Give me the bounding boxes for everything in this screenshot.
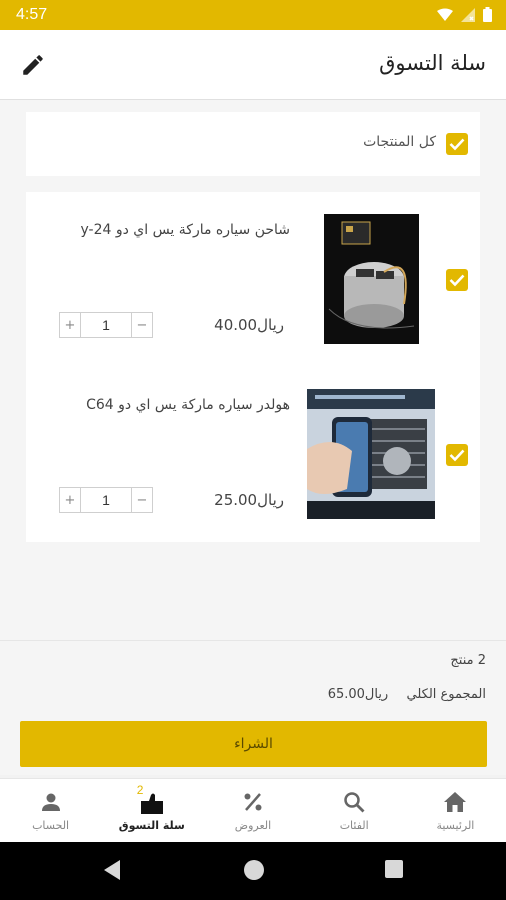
cart-summary: 2 منتج المجموع الكلي ريال65.00 الشراء	[0, 640, 506, 775]
cart-badge: 2	[136, 783, 144, 797]
signal-icon	[461, 7, 475, 22]
product-title[interactable]: شاحن سياره ماركة يس اي دو y-24	[80, 222, 290, 238]
product-price: ريال25.00	[214, 491, 284, 509]
status-time: 4:57	[16, 6, 48, 23]
cart-items-list: شاحن سياره ماركة يس اي دو y-24 ريال40.00…	[26, 192, 480, 542]
app-bar: سلة التسوق	[0, 30, 506, 100]
item-checkbox[interactable]	[446, 444, 468, 466]
select-all-checkbox[interactable]	[446, 133, 468, 155]
search-icon	[341, 789, 367, 815]
nav-item-cart[interactable]: 2 سلة التسوق	[101, 779, 202, 842]
nav-item-offers[interactable]: العروض	[202, 779, 303, 842]
check-icon	[449, 449, 465, 462]
recents-icon	[385, 860, 403, 878]
decrement-button[interactable]: −	[132, 313, 152, 337]
nav-item-categories[interactable]: الفئات	[304, 779, 405, 842]
nav-label: الرئيسية	[436, 819, 475, 832]
back-icon	[104, 860, 120, 880]
nav-item-home[interactable]: الرئيسية	[405, 779, 506, 842]
buy-button[interactable]: الشراء	[20, 721, 487, 767]
nav-label: العروض	[234, 819, 272, 832]
quantity-value[interactable]: 1	[80, 488, 132, 512]
cart-item: شاحن سياره ماركة يس اي دو y-24 ريال40.00…	[26, 192, 480, 362]
home-circle-icon	[244, 860, 264, 880]
product-image[interactable]	[324, 214, 419, 344]
item-checkbox[interactable]	[446, 269, 468, 291]
status-bar: 4:57	[0, 0, 506, 30]
cart-content: كل المنتجات شاحن سياره ماركة يس اي دو y-…	[0, 100, 506, 640]
edit-button[interactable]	[20, 52, 48, 80]
status-icons	[437, 7, 492, 22]
total-value: ريال65.00	[327, 687, 389, 702]
total-row: المجموع الكلي ريال65.00	[328, 687, 486, 702]
total-label: المجموع الكلي	[406, 687, 487, 702]
increment-button[interactable]: +	[60, 313, 80, 337]
check-icon	[449, 274, 465, 287]
select-all-row[interactable]: كل المنتجات	[26, 112, 480, 176]
cart-icon: 2	[137, 783, 165, 815]
phone-holder-image	[307, 389, 435, 519]
check-icon	[449, 138, 465, 151]
car-charger-image	[324, 214, 419, 344]
recents-button[interactable]	[384, 859, 404, 883]
cart-item: هولدر سياره ماركة يس اي دو C64 ريال25.00…	[26, 367, 480, 537]
percent-icon	[240, 789, 266, 815]
decrement-button[interactable]: −	[132, 488, 152, 512]
product-title[interactable]: هولدر سياره ماركة يس اي دو C64	[86, 397, 290, 413]
battery-icon	[483, 7, 492, 22]
back-button[interactable]	[102, 859, 122, 885]
select-all-label: كل المنتجات	[363, 134, 436, 150]
home-button[interactable]	[243, 859, 265, 885]
product-price: ريال40.00	[214, 316, 284, 334]
pencil-icon	[23, 55, 43, 75]
nav-label: الحساب	[32, 819, 70, 832]
wifi-icon	[437, 8, 453, 21]
quantity-value[interactable]: 1	[80, 313, 132, 337]
page-title: سلة التسوق	[379, 51, 486, 75]
person-icon	[38, 789, 64, 815]
quantity-stepper: + 1 −	[59, 312, 153, 338]
nav-label: الفئات	[339, 819, 369, 832]
system-nav-bar	[0, 842, 506, 900]
item-count: 2 منتج	[450, 653, 486, 668]
nav-item-account[interactable]: الحساب	[0, 779, 101, 842]
quantity-stepper: + 1 −	[59, 487, 153, 513]
increment-button[interactable]: +	[60, 488, 80, 512]
home-icon	[442, 789, 468, 815]
product-image[interactable]	[307, 389, 435, 519]
bottom-nav: الحساب 2 سلة التسوق العروض الفئات الرئيس…	[0, 778, 506, 842]
nav-label: سلة التسوق	[118, 819, 185, 832]
